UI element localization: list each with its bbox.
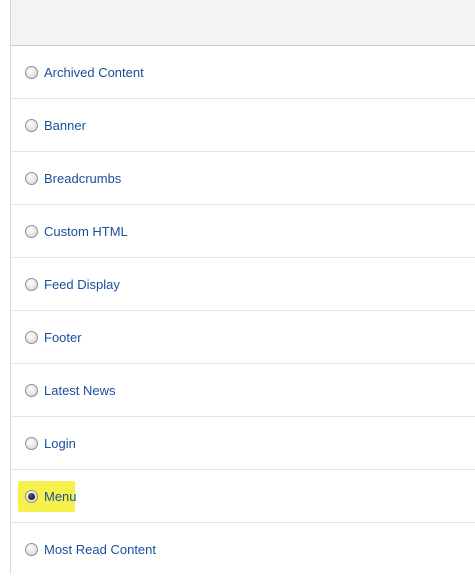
module-label[interactable]: Most Read Content bbox=[44, 543, 156, 556]
list-item-custom-html[interactable]: Custom HTML bbox=[11, 205, 475, 258]
radio-button[interactable] bbox=[25, 224, 38, 238]
radio-button[interactable] bbox=[25, 330, 38, 344]
module-label[interactable]: Latest News bbox=[44, 384, 116, 397]
list-item-menu[interactable]: Menu bbox=[11, 470, 475, 523]
module-label[interactable]: Breadcrumbs bbox=[44, 172, 121, 185]
list-item-footer[interactable]: Footer bbox=[11, 311, 475, 364]
list-item-breadcrumbs[interactable]: Breadcrumbs bbox=[11, 152, 475, 205]
radio-button[interactable] bbox=[25, 383, 38, 397]
module-label[interactable]: Banner bbox=[44, 119, 86, 132]
list-item-most-read-content[interactable]: Most Read Content bbox=[11, 523, 475, 576]
module-label[interactable]: Custom HTML bbox=[44, 225, 128, 238]
module-type-panel: Archived Content Banner Breadcrumbs Cust… bbox=[10, 0, 475, 574]
radio-button[interactable] bbox=[25, 171, 38, 185]
list-item-latest-news[interactable]: Latest News bbox=[11, 364, 475, 417]
panel-header bbox=[11, 0, 475, 46]
module-type-list: Archived Content Banner Breadcrumbs Cust… bbox=[11, 46, 475, 576]
radio-button[interactable] bbox=[25, 436, 38, 450]
list-item-banner[interactable]: Banner bbox=[11, 99, 475, 152]
list-item-feed-display[interactable]: Feed Display bbox=[11, 258, 475, 311]
radio-button[interactable] bbox=[25, 65, 38, 79]
radio-button[interactable] bbox=[25, 277, 38, 291]
module-label[interactable]: Login bbox=[44, 437, 76, 450]
module-label[interactable]: Feed Display bbox=[44, 278, 120, 291]
radio-button[interactable] bbox=[25, 543, 38, 556]
radio-button-selected[interactable] bbox=[25, 489, 38, 503]
module-label[interactable]: Footer bbox=[44, 331, 82, 344]
module-label[interactable]: Menu bbox=[44, 490, 77, 503]
radio-button[interactable] bbox=[25, 118, 38, 132]
list-item-archived-content[interactable]: Archived Content bbox=[11, 46, 475, 99]
module-label[interactable]: Archived Content bbox=[44, 66, 144, 79]
list-item-login[interactable]: Login bbox=[11, 417, 475, 470]
